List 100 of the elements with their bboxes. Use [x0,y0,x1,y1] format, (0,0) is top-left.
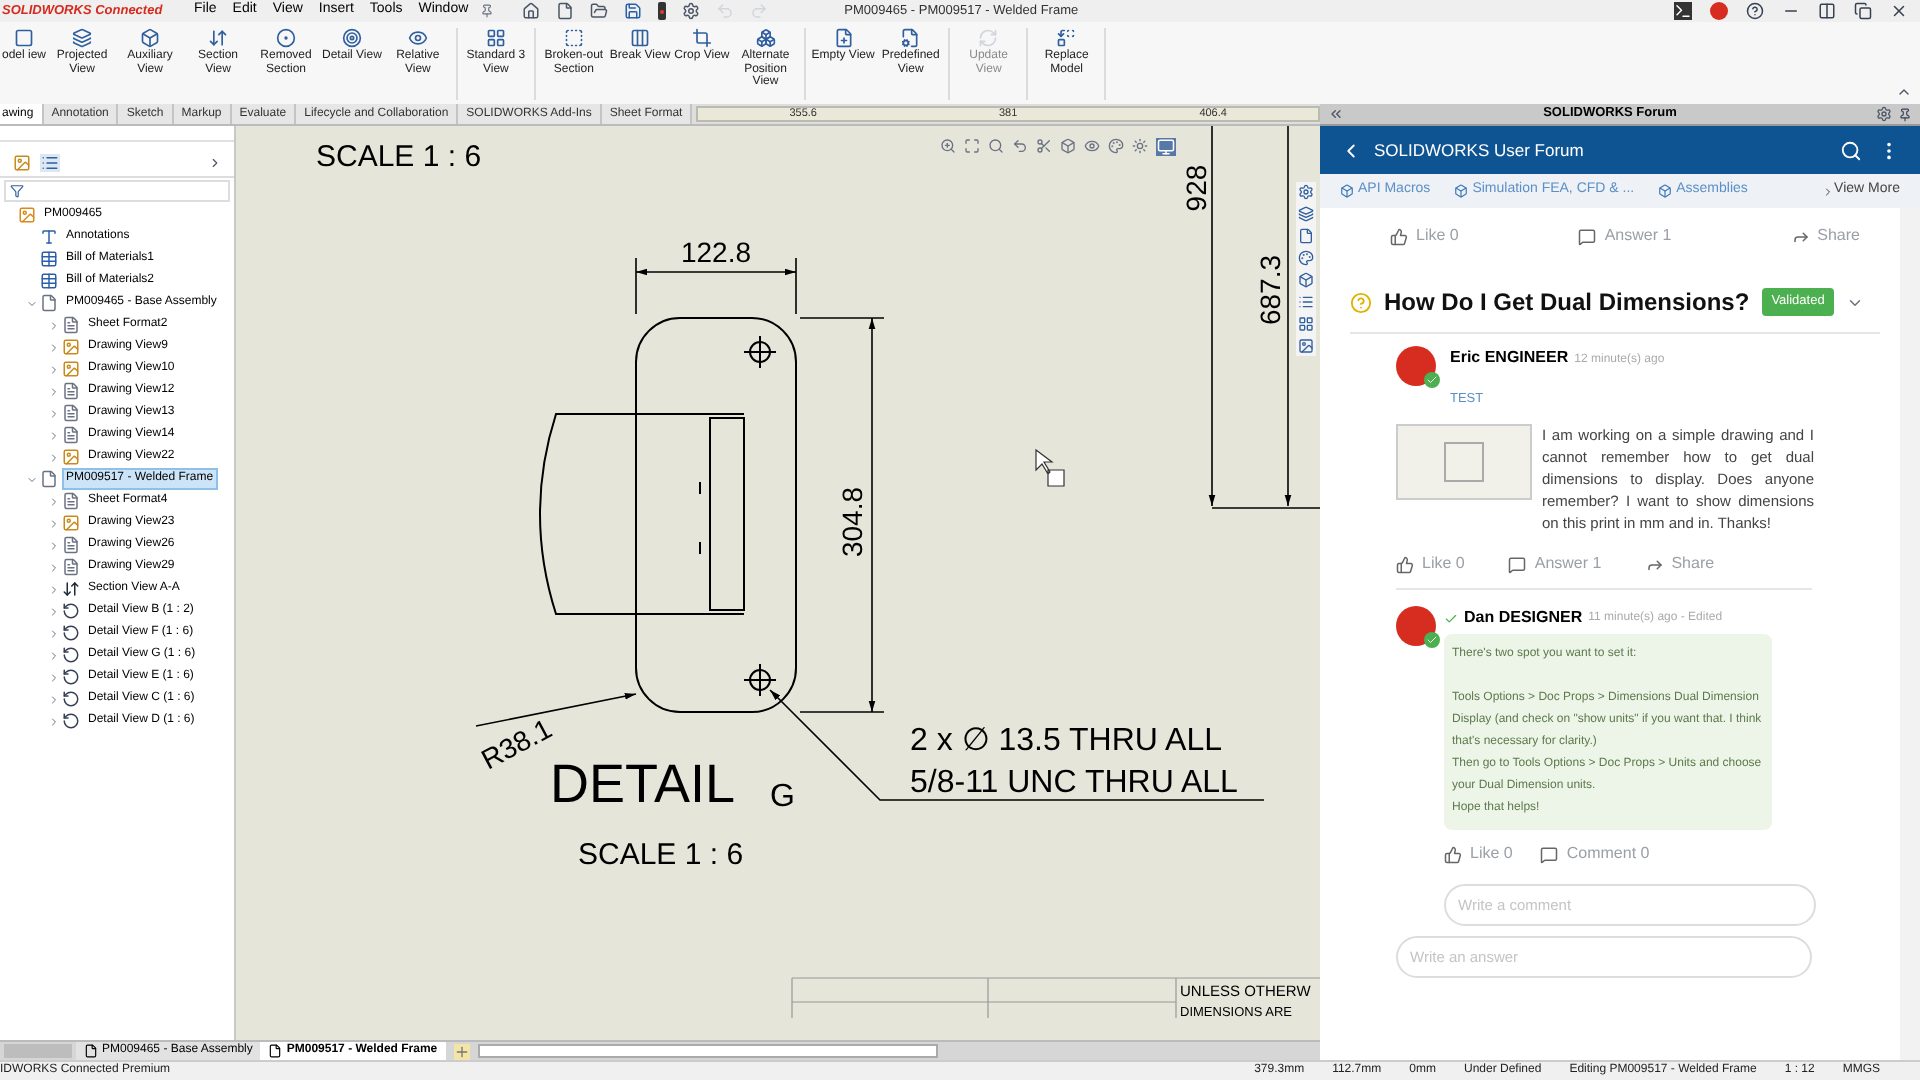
add-sheet-icon[interactable] [453,1043,470,1059]
cube-icon [1340,184,1354,198]
task-pane-icon[interactable] [1298,316,1314,332]
sheet-icon [84,1044,98,1058]
user-avatar[interactable] [1710,2,1728,20]
view-icon [62,536,80,554]
share-icon [1791,227,1810,245]
tool-icon [1056,28,1077,48]
task-pane-icon[interactable] [1298,250,1314,266]
detail-label: DETAIL [550,754,736,814]
tool-icon [341,28,362,48]
settings-icon[interactable] [1876,106,1892,122]
terminal-icon[interactable] [1674,2,1692,20]
search-icon[interactable] [1840,139,1862,161]
circle-arrow-icon [62,602,80,620]
drawing-icon [18,206,36,224]
feature-tree-tab-icon[interactable] [12,154,32,172]
save-icon[interactable] [624,2,643,20]
table-icon [40,272,58,290]
question-icon [1350,291,1372,313]
task-pane-icon[interactable] [1298,338,1314,354]
author-name[interactable]: Dan DESIGNER [1464,606,1583,630]
tool-icon [140,28,161,48]
speech-bubble-icon [1540,845,1559,863]
view-tool-icon[interactable] [1132,138,1148,154]
view-tool-icon[interactable] [1060,138,1076,154]
close-icon[interactable] [1890,2,1908,20]
annotation-icon [40,228,58,246]
sheet-format-icon [62,316,80,334]
section-arrows-icon [62,580,80,598]
pin-icon[interactable] [480,4,495,18]
speech-bubble-icon [1508,555,1527,573]
task-pane-icon[interactable] [1298,294,1314,310]
view-tool-icon[interactable] [1108,138,1124,154]
task-pane-icon[interactable] [1298,206,1314,222]
drawing-thumbnail[interactable] [1396,424,1532,500]
circle-arrow-icon [62,646,80,664]
tool-icon [14,28,34,48]
traffic-light-icon[interactable] [658,2,667,20]
tool-icon [276,28,297,48]
view-icon [62,558,80,576]
pin-icon[interactable] [1898,107,1912,121]
tool-icon [630,28,651,48]
share-icon [1645,555,1664,573]
view-tool-icon[interactable] [988,138,1004,154]
display-icon[interactable] [1156,138,1176,156]
help-icon[interactable] [1746,2,1764,20]
view-tool-icon[interactable] [1012,138,1028,154]
tool-icon [72,28,93,48]
view-tool-icon[interactable] [940,138,956,154]
sheet-icon [268,1044,283,1058]
view-tool-icon[interactable] [1036,138,1052,154]
tile-icon[interactable] [1818,2,1836,20]
circle-arrow-icon [62,624,80,642]
tool-icon [900,28,921,48]
collapse-ribbon-icon[interactable] [1896,84,1912,100]
restore-icon[interactable] [1854,2,1872,20]
thumbs-up-icon [1444,845,1462,863]
new-file-icon[interactable] [556,2,575,20]
expand-panel-icon[interactable] [208,156,222,170]
tool-icon [691,28,712,48]
task-pane-icon[interactable] [1298,228,1314,244]
dimension-text: 122.8 [680,236,752,268]
cube-icon [1454,184,1469,198]
circle-arrow-icon [62,690,80,708]
tool-icon [833,28,854,48]
scale-label: SCALE 1 : 6 [578,838,744,872]
task-pane-icon[interactable] [1298,184,1314,200]
table-icon [40,250,58,268]
note-text: 5/8-11 UNC THRU ALL [910,766,1238,800]
view-tool-icon[interactable] [964,138,980,154]
folder-icon[interactable] [590,2,609,20]
view-icon [62,448,80,466]
forum-title: SOLIDWORKS User Forum [1374,137,1584,163]
task-pane-icon[interactable] [1298,272,1314,288]
dimension-text: 687.3 [1254,254,1286,326]
tool-icon [485,28,506,48]
home-icon[interactable] [522,2,541,20]
scale-label: SCALE 1 : 6 [316,140,482,174]
tool-icon [407,28,428,48]
author-name[interactable]: Eric ENGINEER [1450,346,1569,370]
property-tab-icon[interactable] [40,154,60,172]
sheet-format-icon [62,492,80,510]
question-title: How Do I Get Dual Dimensions? [1384,286,1750,320]
view-icon [62,338,80,356]
circle-arrow-icon [62,668,80,686]
tool-icon [978,28,999,48]
dimension-text: 304.8 [836,486,868,558]
settings-icon[interactable] [682,2,701,20]
cube-icon [1658,184,1673,198]
tool-icon [563,28,584,48]
caret-icon [1822,185,1835,197]
note-text: 2 x ∅ 13.5 THRU ALL [910,724,1222,758]
view-icon [62,404,80,422]
view-tool-icon[interactable] [1084,138,1100,154]
dimension-text: 928 [1180,164,1212,212]
tool-icon [208,28,229,48]
collapse-panel-icon[interactable] [1328,106,1344,122]
thumbs-up-icon [1390,227,1408,245]
horizontal-scrollbar[interactable] [477,1044,938,1058]
